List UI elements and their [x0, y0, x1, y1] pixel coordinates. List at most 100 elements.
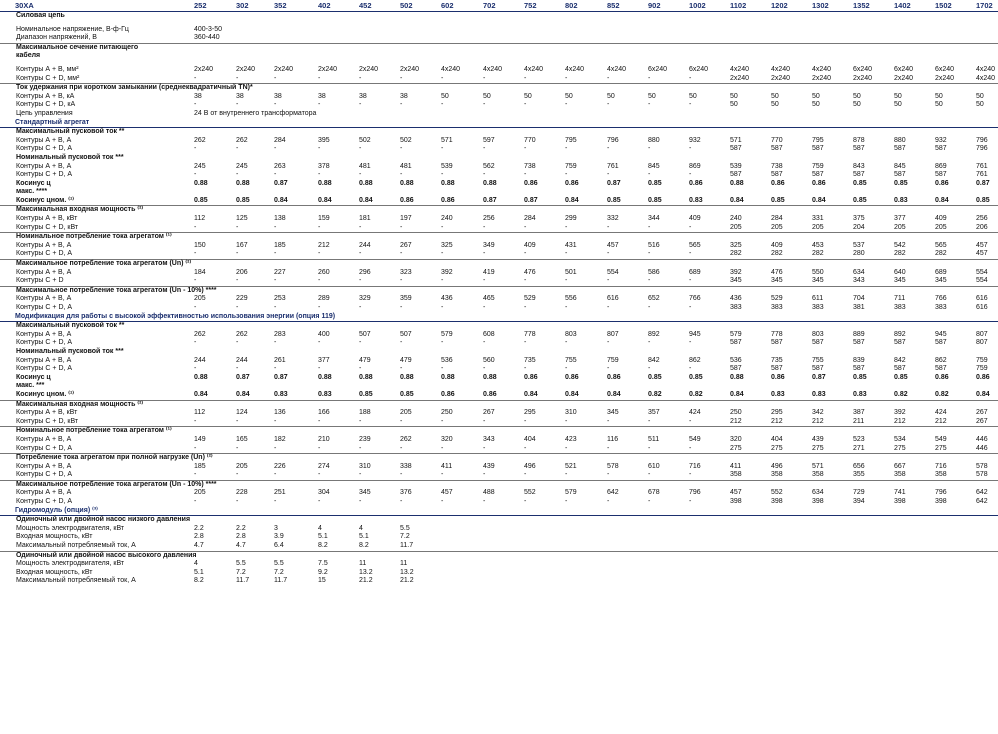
table-cell: 295 — [524, 409, 536, 417]
table-cell: 11.7 — [274, 577, 288, 585]
table-cell: 358 — [730, 471, 742, 479]
table-cell: - — [274, 471, 277, 479]
table-row: Контуры С + D - - - - - - - - - - - - - 345 345 345 343 34… — [0, 277, 998, 286]
table-cell: 501 — [565, 268, 577, 276]
table-row: Контуры С + D, кА - - - - - - - - - - - - - 50 50 50 50 50… — [0, 101, 998, 110]
table-cell: 892 — [894, 330, 906, 338]
table-cell: - — [565, 339, 568, 347]
table-cell: - — [565, 171, 568, 179]
table-cell: 0.84 — [565, 196, 579, 204]
table-cell: 689 — [689, 268, 701, 276]
table-cell: 383 — [894, 304, 906, 311]
table-cell: - — [607, 101, 610, 109]
table-cell: 0.84 — [607, 390, 621, 398]
table-cell: 282 — [771, 250, 783, 258]
table-cell: - — [689, 171, 692, 179]
table-cell: 5.5 — [274, 560, 284, 568]
table-cell: - — [607, 471, 610, 479]
table-cell: 358 — [894, 471, 906, 479]
table-cell: - — [194, 145, 197, 153]
table-row: Контуры А + В, кВт 112 125 138 159 181 197 240 2… — [0, 215, 998, 224]
table-cell: - — [318, 145, 321, 153]
table-cell: 2x240 — [771, 74, 791, 82]
table-cell: 642 — [976, 489, 988, 497]
table-cell: 2.8 — [236, 533, 246, 541]
table-cell: 2.2 — [236, 524, 246, 532]
table-cell: 50 — [894, 92, 902, 100]
table-cell: 8.2 — [318, 542, 328, 550]
table-cell: 0.84 — [730, 390, 744, 398]
table-cell: 3 — [274, 524, 278, 532]
table-cell: - — [648, 471, 651, 479]
table-cell: - — [236, 498, 239, 506]
row-label: Контуры С + D, кА — [16, 101, 76, 109]
table-cell: 21.2 — [359, 577, 373, 585]
table-cell: 325 — [441, 241, 453, 249]
table-cell: 3.9 — [274, 533, 284, 541]
table-row: Мощность электродвигателя, кВт 2.2 2.2 3 4 4 5… — [0, 525, 998, 534]
table-cell: - — [607, 250, 610, 258]
table-cell: - — [236, 250, 239, 258]
group-heading: Потребление тока агрегатом при полной на… — [0, 453, 998, 463]
table-cell: - — [524, 277, 527, 285]
table-cell: 839 — [853, 356, 865, 364]
row-label: Контуры А + В, кВт — [16, 409, 78, 417]
table-cell: 282 — [730, 250, 742, 258]
table-cell: - — [194, 339, 197, 347]
table-cell: 2x240 — [274, 65, 294, 73]
table-cell: - — [236, 417, 239, 425]
row-label: Максимальное потребление тока агрегатом … — [16, 480, 217, 488]
table-cell: 345 — [812, 277, 824, 285]
table-cell: - — [274, 101, 277, 109]
table-cell: - — [400, 101, 403, 109]
table-cell: 562 — [483, 162, 495, 170]
table-cell: 275 — [730, 444, 742, 452]
table-cell: 457 — [976, 250, 988, 258]
table-cell: - — [565, 304, 568, 311]
table-cell: 2x240 — [853, 74, 873, 82]
table-cell: 205 — [812, 223, 824, 231]
table-cell: - — [441, 471, 444, 479]
table-cell: 383 — [771, 304, 783, 311]
table-cell: 8.2 — [359, 542, 369, 550]
table-cell: 274 — [318, 462, 330, 470]
table-cell: 282 — [812, 250, 824, 258]
table-cell: - — [441, 74, 444, 82]
column-header: 602 — [441, 1, 454, 10]
table-cell: 507 — [400, 330, 412, 338]
table-cell: 716 — [689, 462, 701, 470]
table-cell: - — [274, 339, 277, 347]
column-header: 902 — [648, 1, 661, 10]
table-cell: 50 — [976, 92, 984, 100]
table-cell: - — [359, 145, 362, 153]
table-cell: 652 — [648, 295, 660, 303]
table-cell: 0.88 — [483, 373, 497, 381]
table-row: Контуры А + В, мм² 2x240 2x240 2x240 2x240 2x… — [0, 66, 998, 75]
table-cell: - — [648, 339, 651, 347]
table-cell: 667 — [894, 462, 906, 470]
table-cell: 807 — [976, 339, 988, 347]
table-cell: - — [689, 223, 692, 231]
table-row: Контуры А + В, А 184 206 227 260 296 323 392 419… — [0, 269, 998, 278]
table-cell: 0.87 — [236, 373, 250, 381]
table-row: Контуры А + В, А 205 229 253 289 329 359 436 465… — [0, 295, 998, 304]
table-cell: - — [318, 74, 321, 82]
column-header: 1002 — [689, 1, 706, 10]
table-cell: - — [441, 365, 444, 373]
table-cell: 320 — [441, 435, 453, 443]
table-cell: 579 — [565, 489, 577, 497]
table-cell: - — [318, 498, 321, 506]
row-label: Контуры А + В, кА — [16, 92, 75, 100]
table-cell: 571 — [812, 462, 824, 470]
table-cell: 124 — [236, 409, 248, 417]
table-cell: 0.84 — [274, 196, 288, 204]
table-row: Входная мощность, кВт 5.1 7.2 7.2 9.2 13.2 13.… — [0, 569, 998, 578]
table-cell: 0.84 — [812, 196, 826, 204]
table-row: Контуры С + D, А - - - - - - - - - - - - - 587 587 587 58… — [0, 145, 998, 154]
table-body: Силовая цепь Номинальное напряжение, В-ф-… — [0, 12, 998, 586]
table-cell: - — [524, 250, 527, 258]
table-cell: 880 — [894, 136, 906, 144]
table-cell: - — [483, 171, 486, 179]
row-label: Контуры А + В, А — [16, 136, 72, 144]
table-cell: 516 — [648, 241, 660, 249]
